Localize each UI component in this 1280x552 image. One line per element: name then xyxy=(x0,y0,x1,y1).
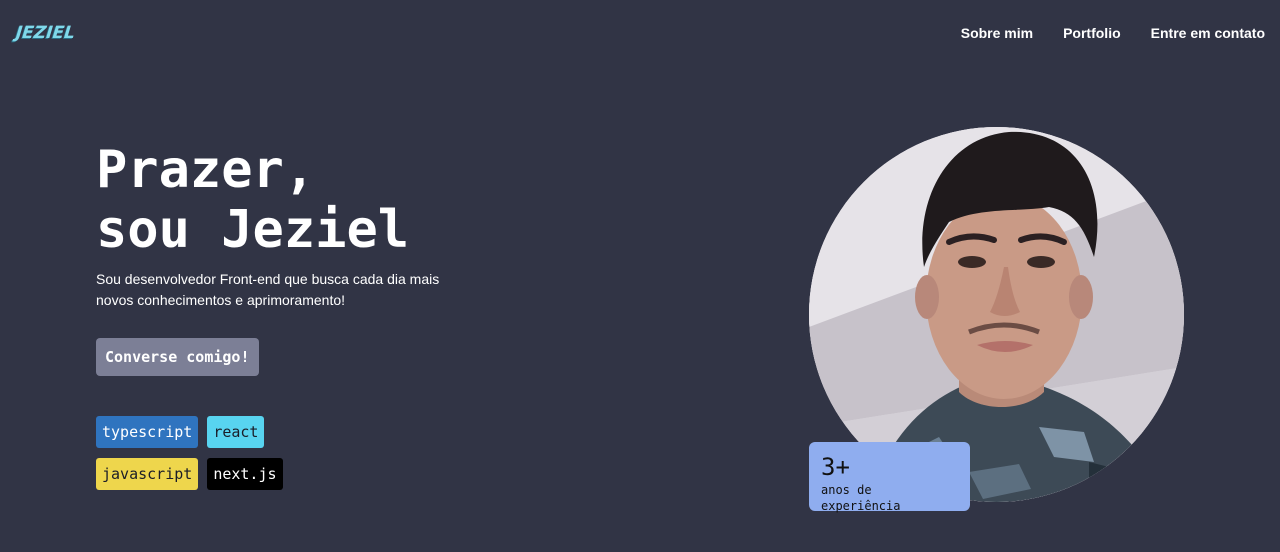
hero-greeting: Prazer, xyxy=(96,140,316,200)
nav-link-portfolio[interactable]: Portfolio xyxy=(1063,25,1121,41)
tag-typescript: typescript xyxy=(96,416,199,448)
tag-row: javascript next.js xyxy=(96,458,283,490)
experience-label: anos de experiência xyxy=(821,483,901,513)
hero-name: Jeziel xyxy=(221,200,410,260)
hero-title: Prazer, sou Jeziel xyxy=(96,140,409,260)
hero-intro: sou Jeziel xyxy=(96,200,409,260)
hero-subtitle: Sou desenvolvedor Front-end que busca ca… xyxy=(96,271,440,308)
contact-cta-button[interactable]: Converse comigo! xyxy=(96,338,259,376)
hero-intro-prefix: sou xyxy=(96,200,222,260)
nav-link-sobre-mim[interactable]: Sobre mim xyxy=(961,25,1033,41)
tag-javascript: javascript xyxy=(96,458,199,490)
tag-row: typescript react xyxy=(96,416,283,448)
portfolio-page: JEZIEL Sobre mim Portfolio Entre em cont… xyxy=(0,0,1280,552)
experience-value: 3+ xyxy=(821,453,850,481)
main-nav: Sobre mim Portfolio Entre em contato xyxy=(961,25,1265,41)
tech-tags: typescript react javascript next.js xyxy=(96,416,283,500)
tag-react: react xyxy=(207,416,265,448)
experience-badge: 3+ anos de experiência xyxy=(809,442,970,513)
tag-nextjs: next.js xyxy=(207,458,283,490)
nav-link-contato[interactable]: Entre em contato xyxy=(1151,25,1265,41)
logo[interactable]: JEZIEL xyxy=(15,23,76,43)
